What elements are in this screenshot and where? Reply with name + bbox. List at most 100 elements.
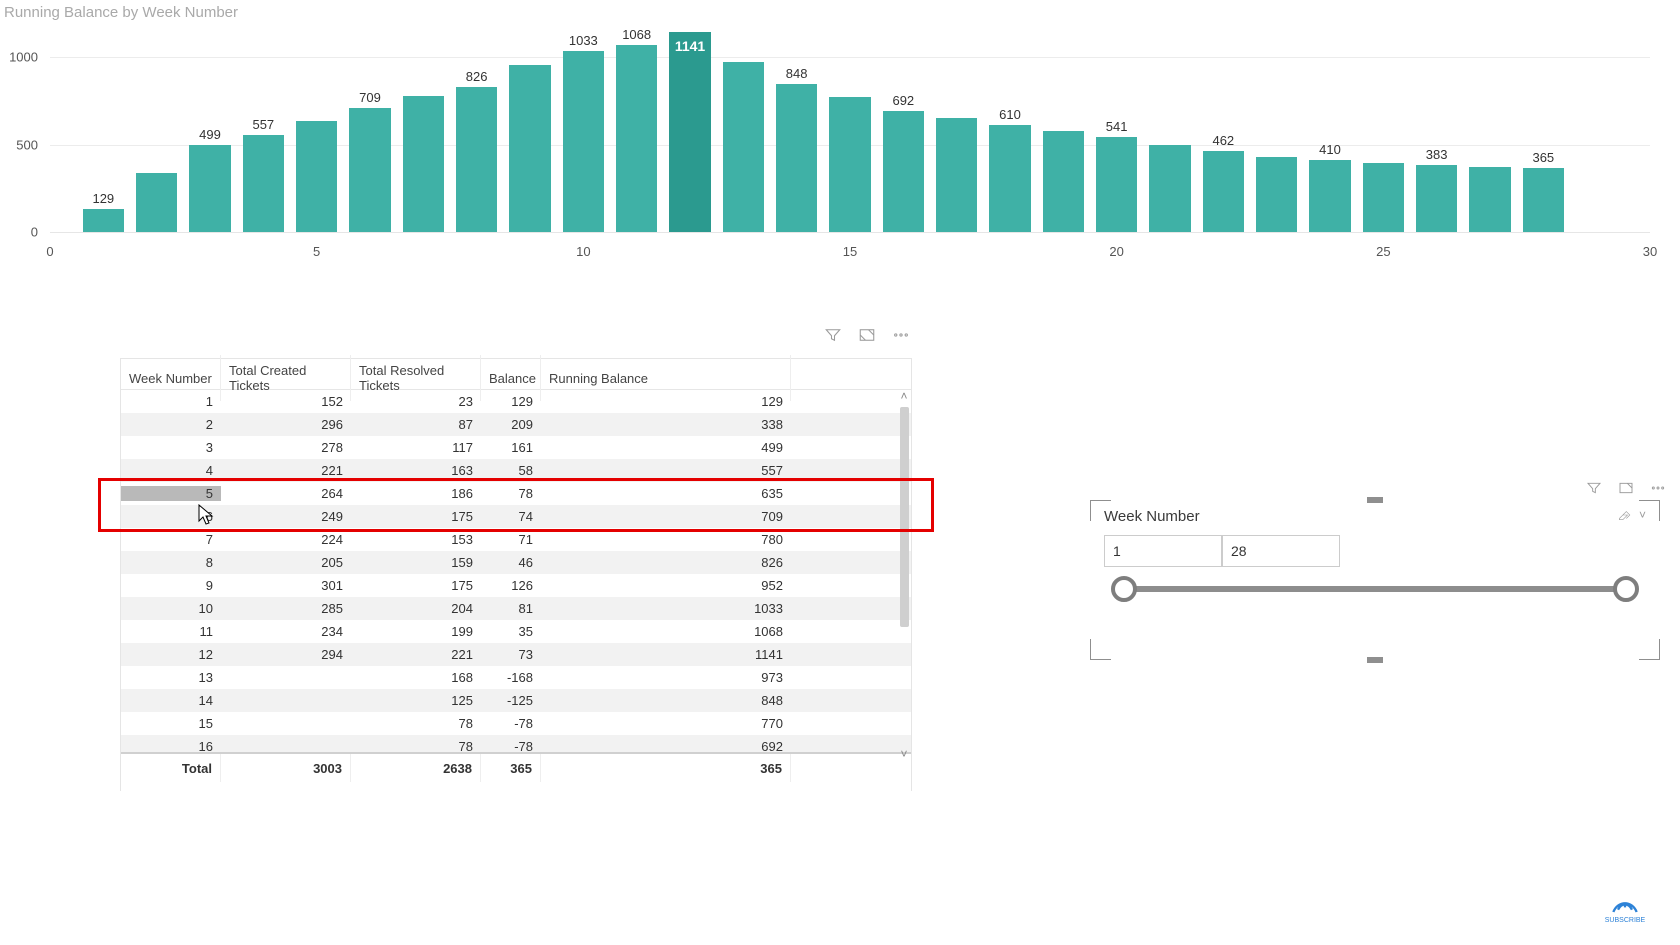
chart-bar[interactable] (776, 84, 818, 232)
table-cell: 175 (351, 578, 481, 593)
chart-bar[interactable] (1363, 163, 1405, 232)
slicer-to-input[interactable] (1222, 535, 1340, 567)
table-cell: 126 (481, 578, 541, 593)
chart-bar[interactable] (1523, 168, 1565, 232)
chart-bar[interactable] (509, 65, 551, 232)
table-row[interactable]: 10285204811033 (121, 597, 911, 620)
total-running: 365 (541, 754, 791, 782)
table-cell: 13 (121, 670, 221, 685)
table-row[interactable]: 624917574709 (121, 505, 911, 528)
chart-bar[interactable] (989, 125, 1031, 232)
table-row[interactable]: 12294221731141 (121, 643, 911, 666)
table-row[interactable]: 11234199351068 (121, 620, 911, 643)
table-row[interactable]: 13168-168973 (121, 666, 911, 689)
chart-xaxis: 051015202530 (50, 234, 1650, 254)
chart-bar-label: 1033 (569, 33, 598, 48)
table-row[interactable]: 1678-78692 (121, 735, 911, 752)
table-cell: 294 (221, 647, 351, 662)
table-cell: 692 (541, 739, 791, 752)
chart-bar[interactable] (189, 145, 231, 232)
more-options-icon[interactable] (1650, 480, 1666, 496)
chart-bar[interactable] (563, 51, 605, 232)
focus-mode-icon[interactable] (858, 326, 876, 344)
table-row[interactable]: 14125-125848 (121, 689, 911, 712)
chart-bar[interactable] (723, 62, 765, 232)
table-cell: 153 (351, 532, 481, 547)
scroll-up-icon[interactable]: ˄ (897, 389, 911, 403)
slicer-track[interactable] (1124, 586, 1626, 592)
chart-bar[interactable] (829, 97, 871, 232)
table-cell: -125 (481, 693, 541, 708)
selection-handle[interactable] (1367, 657, 1383, 663)
table-row[interactable]: 3278117161499 (121, 436, 911, 459)
chart-bar-label: 541 (1106, 119, 1128, 134)
table-cell: 1 (121, 394, 221, 409)
more-options-icon[interactable] (892, 326, 910, 344)
table-row[interactable]: 526418678635 (121, 482, 911, 505)
table-row[interactable]: 722415371780 (121, 528, 911, 551)
total-created: 3003 (221, 754, 351, 782)
table-row[interactable]: 229687209338 (121, 413, 911, 436)
subscribe-badge[interactable]: SUBSCRIBE (1600, 895, 1650, 925)
table-row[interactable]: 9301175126952 (121, 574, 911, 597)
chart-bar[interactable] (883, 111, 925, 232)
chart-bar[interactable] (1309, 160, 1351, 232)
table-cell: 73 (481, 647, 541, 662)
table-row[interactable]: 115223129129 (121, 390, 911, 413)
table-cell: 221 (221, 463, 351, 478)
table-cell: 285 (221, 601, 351, 616)
table-cell: 3 (121, 440, 221, 455)
table-cell: 10 (121, 601, 221, 616)
chart-bar[interactable] (1043, 131, 1085, 233)
data-table[interactable]: Week Number Total Created Tickets Total … (120, 358, 912, 791)
chart-bar[interactable] (936, 118, 978, 232)
chart-bar[interactable] (1203, 151, 1245, 232)
x-tick-label: 20 (1109, 244, 1123, 259)
chart-bar-label: 610 (999, 107, 1021, 122)
week-slicer[interactable]: Week Number ˅ (1090, 500, 1660, 660)
selection-handle[interactable] (1367, 497, 1383, 503)
chart-bar[interactable] (296, 121, 338, 232)
chart-bar[interactable] (136, 173, 178, 232)
chart-bar[interactable] (616, 45, 658, 232)
filter-icon[interactable] (1586, 480, 1602, 496)
table-body[interactable]: 1152231291292296872093383278117161499422… (121, 390, 911, 752)
table-row[interactable]: 422116358557 (121, 459, 911, 482)
table-cell: -78 (481, 739, 541, 752)
table-visual[interactable]: Week Number Total Created Tickets Total … (120, 330, 910, 815)
slicer-handle-left[interactable] (1111, 576, 1137, 602)
bar-chart[interactable]: 05001000 1294995577098261033106811418486… (0, 22, 1680, 272)
chart-bar[interactable] (243, 135, 285, 232)
x-tick-label: 10 (576, 244, 590, 259)
chart-bar[interactable] (1469, 167, 1511, 232)
scroll-thumb[interactable] (900, 407, 909, 627)
slicer-from-input[interactable] (1104, 535, 1222, 567)
table-cell: 4 (121, 463, 221, 478)
table-row[interactable]: 1578-78770 (121, 712, 911, 735)
table-cell: 71 (481, 532, 541, 547)
chart-bar-label: 365 (1532, 150, 1554, 165)
chevron-down-icon[interactable]: ˅ (1639, 508, 1646, 525)
slicer-handle-right[interactable] (1613, 576, 1639, 602)
chart-bar[interactable] (403, 96, 445, 233)
chart-bar[interactable] (1256, 157, 1298, 232)
filter-icon[interactable] (824, 326, 842, 344)
chart-bar[interactable] (1096, 137, 1138, 232)
chart-bar-label: 1141 (675, 38, 705, 54)
table-cell: 2 (121, 417, 221, 432)
scrollbar[interactable]: ˄ ˅ (897, 389, 911, 761)
chart-bar[interactable] (456, 87, 498, 232)
chart-bar[interactable] (1416, 165, 1458, 232)
chart-bar[interactable] (1149, 145, 1191, 233)
chart-bar[interactable] (349, 108, 391, 232)
focus-mode-icon[interactable] (1618, 480, 1634, 496)
table-cell: 826 (541, 555, 791, 570)
eraser-icon[interactable] (1617, 508, 1631, 525)
scroll-down-icon[interactable]: ˅ (897, 747, 911, 761)
chart-bar[interactable] (669, 32, 711, 232)
x-tick-label: 5 (313, 244, 320, 259)
table-row[interactable]: 820515946826 (121, 551, 911, 574)
chart-bar[interactable] (83, 209, 125, 232)
table-cell: 163 (351, 463, 481, 478)
chart-bar-label: 692 (892, 93, 914, 108)
